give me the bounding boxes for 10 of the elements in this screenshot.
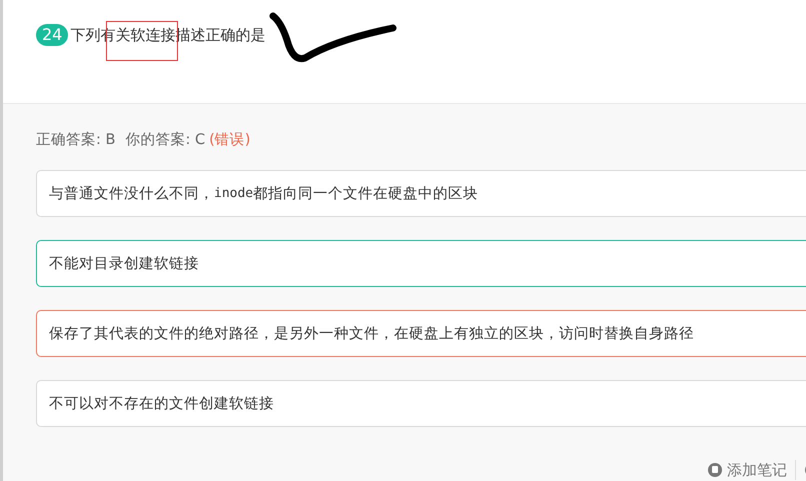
your-answer: 你的答案: C [125, 130, 206, 149]
add-note-link[interactable]: 添加笔记 [727, 460, 787, 480]
answer-option[interactable]: 与普通文件没什么不同，inode都指向同一个文件在硬盘中的区块 [36, 170, 806, 217]
question-number: 24 [36, 24, 68, 46]
answer-option[interactable]: 不能对目录创建软链接 [36, 240, 806, 287]
note-icon [707, 462, 723, 478]
answer-option[interactable]: 不可以对不存在的文件创建软链接 [36, 380, 806, 427]
correct-answer: 正确答案: B [36, 130, 116, 149]
answer-option[interactable]: 保存了其代表的文件的绝对路径，是另外一种文件，在硬盘上有独立的区块，访问时替换自身路径 [36, 310, 806, 357]
answer-verdict: (错误) [209, 131, 250, 149]
